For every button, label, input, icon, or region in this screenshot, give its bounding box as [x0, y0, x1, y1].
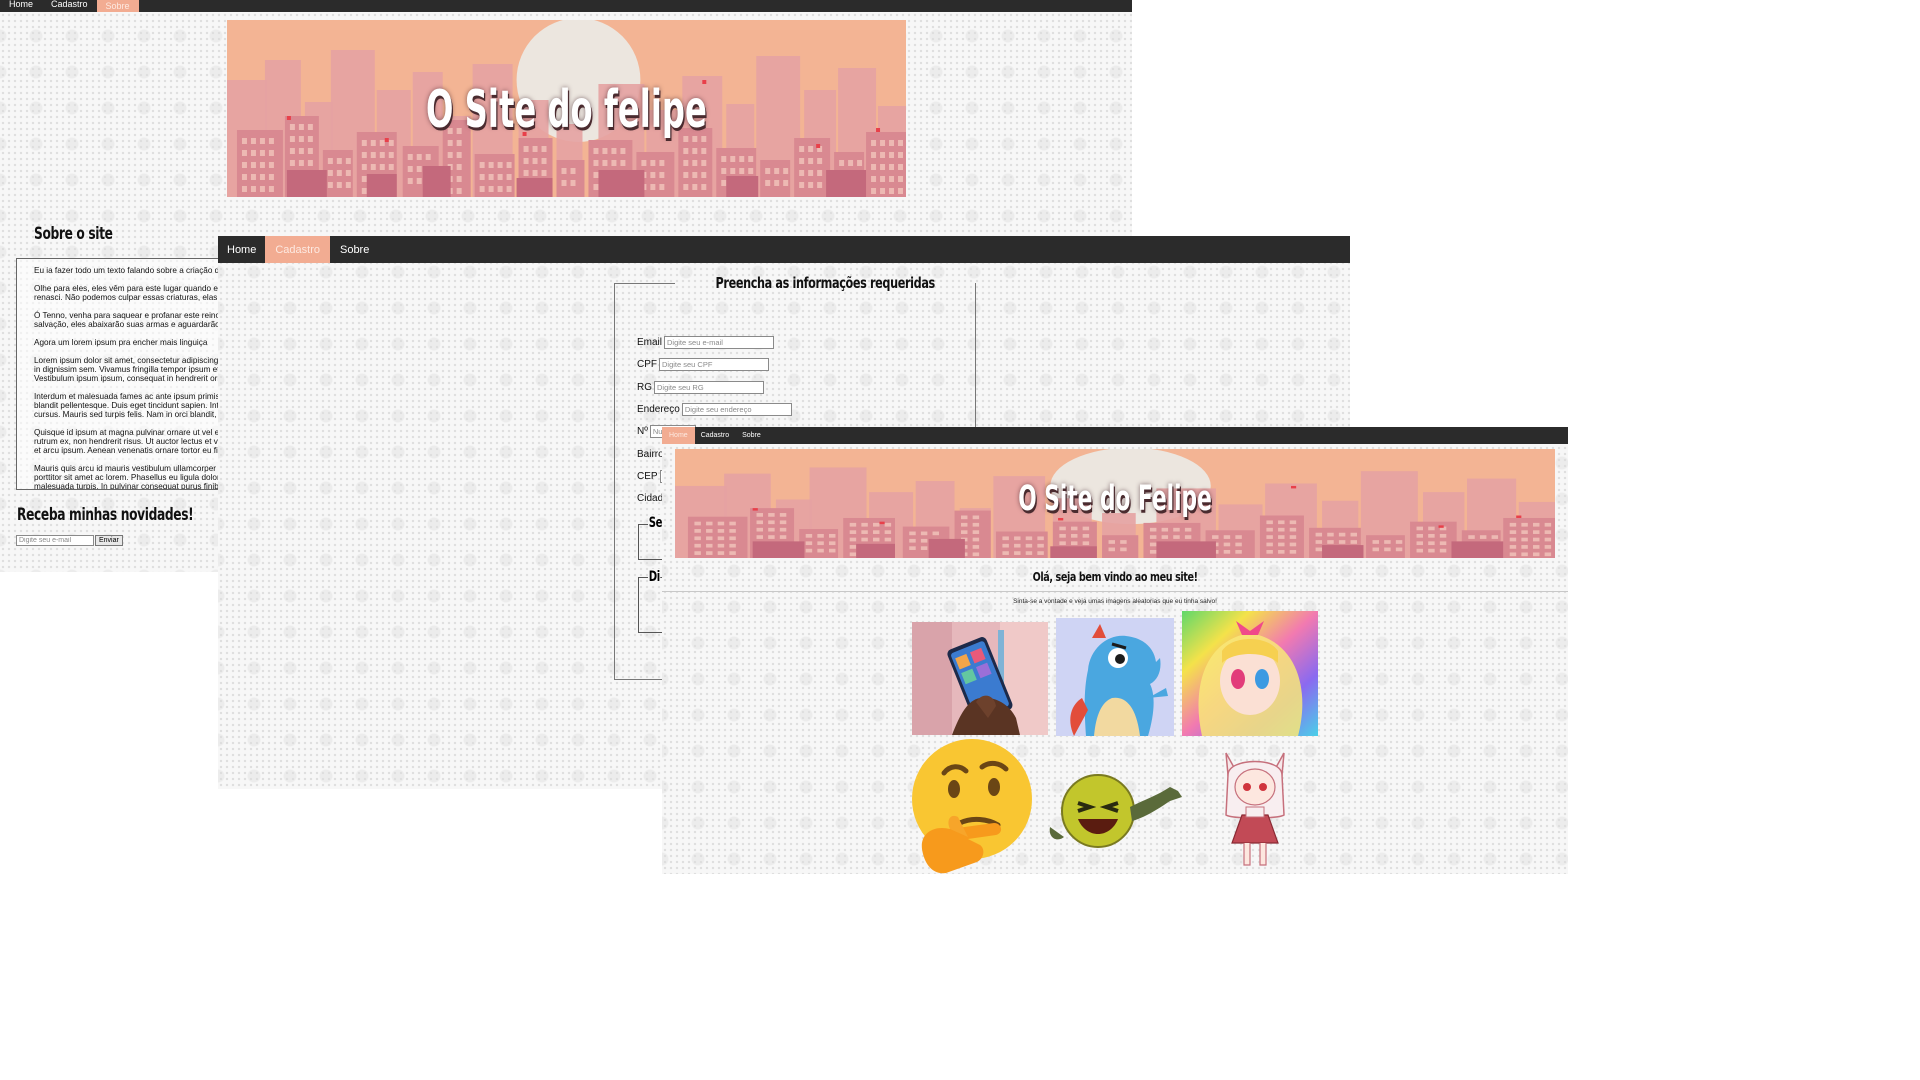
nav-cadastro[interactable]: Cadastro	[42, 0, 97, 12]
form-row: Endereço	[637, 402, 792, 416]
header-banner: O Site do Felipe	[675, 449, 1555, 558]
field-label: RG	[637, 381, 652, 393]
nav-bar: Home Cadastro Sobre	[662, 427, 1568, 444]
form-legend: Preencha as informações requeridas	[715, 274, 936, 292]
field-label: Email	[637, 337, 663, 348]
nav-cadastro[interactable]: Cadastro	[695, 427, 735, 444]
field-input[interactable]	[664, 336, 775, 349]
form-row: RG	[637, 380, 764, 394]
newsletter-email-input[interactable]	[16, 535, 94, 546]
field-input[interactable]	[654, 380, 764, 394]
field-label: Nº	[637, 426, 648, 438]
fieldset-dir-legend: Di	[648, 569, 661, 585]
field-label: CPF	[637, 359, 657, 371]
welcome-subtitle: Sinta-se a vontade e veja umas imagens a…	[1013, 598, 1217, 605]
welcome-heading: Olá, seja bem vindo ao meu site!	[1032, 570, 1198, 584]
fieldset-sexo-legend: Se	[648, 515, 663, 531]
nav-sobre[interactable]: Sobre	[330, 236, 379, 263]
image-blue-dinosaur	[1056, 618, 1174, 736]
header-banner: O Site do felipe	[227, 20, 906, 197]
field-label: CEP	[637, 470, 658, 482]
nav-bar: Home Cadastro Sobre	[0, 0, 1132, 12]
nav-bar: Home Cadastro Sobre	[218, 236, 1350, 263]
window-home: Home Cadastro Sobre O Site do Felipe Olá…	[662, 427, 1568, 874]
image-chibi-anime-girl	[1218, 745, 1292, 870]
banner-title: O Site do Felipe	[1018, 479, 1212, 519]
divider	[662, 591, 1568, 592]
nav-cadastro[interactable]: Cadastro	[265, 236, 330, 263]
nav-home[interactable]: Home	[0, 0, 42, 12]
image-laughing-emoji	[1046, 767, 1184, 852]
field-label: Bairro	[637, 448, 664, 460]
nav-home[interactable]: Home	[662, 427, 695, 444]
nav-sobre[interactable]: Sobre	[96, 0, 139, 12]
field-input[interactable]	[659, 358, 769, 372]
newsletter-send-button[interactable]: Enviar	[95, 535, 123, 546]
nav-sobre[interactable]: Sobre	[735, 427, 768, 444]
nav-home[interactable]: Home	[218, 236, 265, 263]
form-row: CPF	[637, 358, 769, 372]
image-rainbow-anime-girl	[1182, 611, 1318, 736]
banner-title: O Site do felipe	[426, 80, 707, 140]
newsletter-heading: Receba minhas novidades!	[17, 505, 194, 525]
image-phone-in-hand	[912, 622, 1048, 735]
image-thinking-emoji	[910, 737, 1034, 874]
field-label: Endereço	[637, 403, 680, 415]
about-heading: Sobre o site	[34, 224, 113, 244]
field-input[interactable]	[681, 402, 792, 416]
form-row: Email	[637, 336, 775, 349]
